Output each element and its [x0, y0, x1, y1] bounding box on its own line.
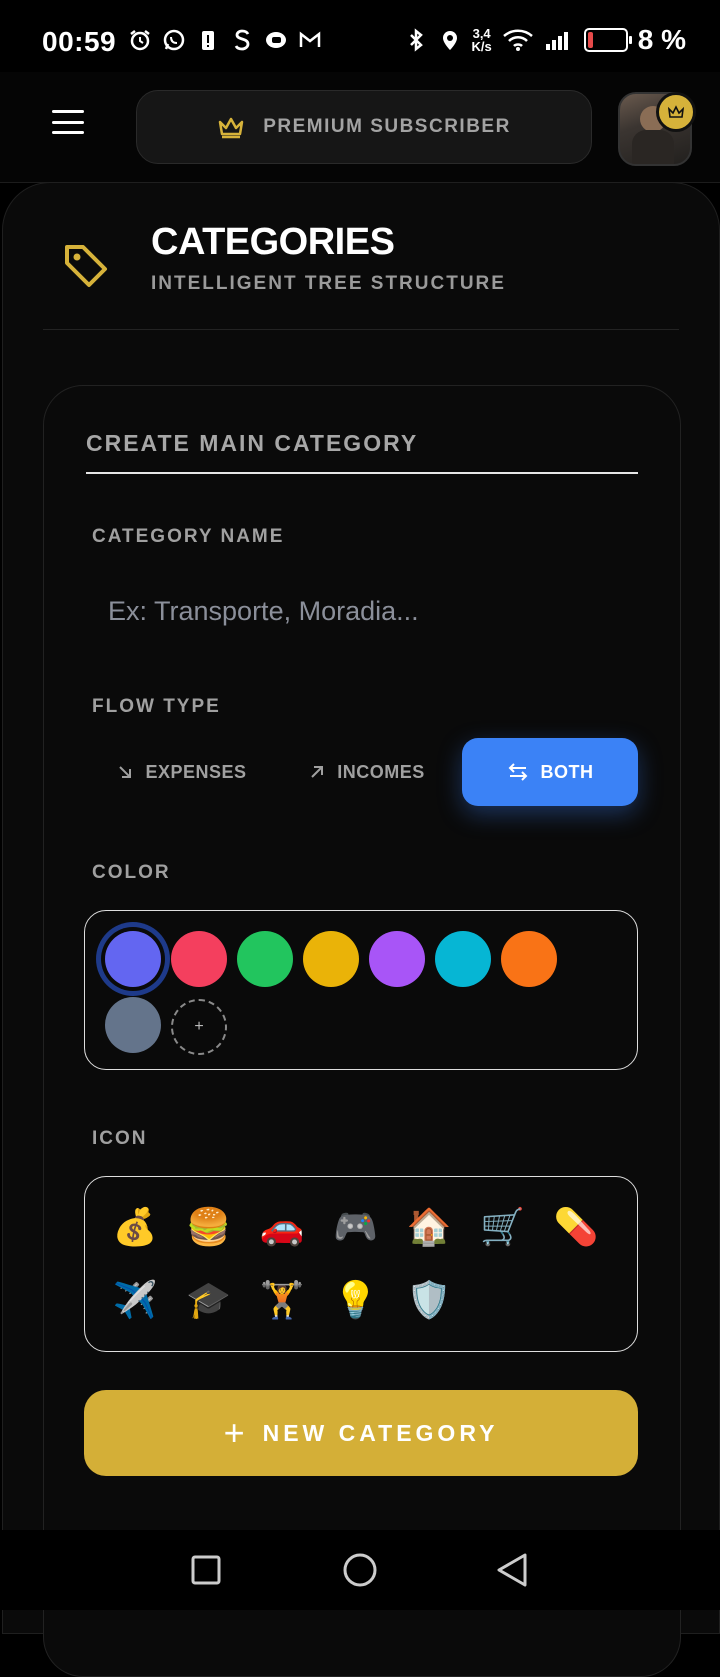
arrow-down-right-icon	[119, 766, 132, 778]
network-speed: 3,4 K/s	[472, 27, 492, 53]
category-icon-option[interactable]: 🍔	[183, 1201, 235, 1253]
avatar-crown-badge-icon	[656, 92, 696, 132]
system-navigation-bar	[0, 1530, 720, 1610]
flow-both-label: BOTH	[540, 761, 594, 782]
network-speed-unit: K/s	[471, 39, 492, 54]
hamburger-menu-icon[interactable]	[52, 110, 84, 134]
crown-icon	[218, 117, 244, 139]
color-picker: +	[84, 910, 638, 1070]
battery-percent: 8 %	[637, 24, 686, 55]
section-title: CREATE MAIN CATEGORY	[86, 430, 419, 456]
icon-picker: 💰 🍔 🚗 🎮 🏠 🛒 💊 ✈️ 🎓 🏋️ 💡 🛡️	[84, 1176, 638, 1352]
color-swatch[interactable]	[237, 931, 293, 987]
category-icon-option[interactable]: 🎮	[330, 1201, 382, 1253]
flow-expenses-button[interactable]: EXPENSES	[92, 738, 272, 806]
flow-expenses-label: EXPENSES	[145, 761, 247, 782]
color-swatch[interactable]	[105, 931, 161, 987]
divider	[43, 329, 679, 330]
page-title: CATEGORIES	[151, 221, 395, 263]
s-app-icon	[230, 28, 254, 52]
category-icon-option[interactable]: ✈️	[109, 1274, 161, 1326]
chat-app-icon	[264, 28, 288, 52]
color-swatch[interactable]	[171, 931, 227, 987]
category-icon-option[interactable]: 🎓	[183, 1274, 235, 1326]
color-swatch[interactable]	[435, 931, 491, 987]
back-icon[interactable]	[490, 1548, 534, 1592]
alarm-icon	[128, 28, 152, 52]
whatsapp-icon	[162, 28, 186, 52]
page-subtitle: INTELLIGENT TREE STRUCTURE	[151, 273, 506, 294]
category-icon-option[interactable]: 🛡️	[403, 1274, 455, 1326]
battery-alert-icon	[196, 28, 220, 52]
section-underline	[86, 472, 638, 474]
flow-incomes-label: INCOMES	[337, 761, 425, 782]
battery-icon	[583, 28, 632, 52]
category-name-label: CATEGORY NAME	[92, 526, 285, 547]
color-swatch[interactable]	[105, 997, 161, 1053]
gmail-icon	[298, 28, 322, 52]
flow-type-label: FLOW TYPE	[92, 696, 221, 717]
category-icon-option[interactable]: 🚗	[256, 1201, 308, 1253]
home-icon[interactable]	[338, 1548, 382, 1592]
add-color-button[interactable]: +	[171, 999, 227, 1055]
system-icons: 3,4 K/s 8 %	[404, 24, 686, 56]
category-name-input[interactable]	[92, 576, 638, 646]
location-icon	[438, 28, 462, 52]
notification-icons	[128, 28, 322, 52]
create-category-form: CREATE MAIN CATEGORY CATEGORY NAME FLOW …	[43, 385, 681, 1677]
app-header: PREMIUM SUBSCRIBER	[0, 72, 720, 183]
swap-arrows-icon	[508, 763, 527, 781]
premium-label: PREMIUM SUBSCRIBER	[263, 116, 511, 137]
new-category-label: NEW CATEGORY	[262, 1419, 499, 1446]
arrow-up-right-icon	[311, 766, 324, 778]
recent-apps-icon[interactable]	[184, 1548, 228, 1592]
flow-incomes-button[interactable]: INCOMES	[272, 738, 462, 806]
signal-icon	[544, 28, 574, 52]
wifi-icon	[502, 28, 534, 52]
category-icon-option[interactable]: 💡	[330, 1274, 382, 1326]
icon-label: ICON	[92, 1128, 148, 1149]
plus-icon: +	[223, 1412, 245, 1453]
flow-both-button[interactable]: BOTH	[462, 738, 638, 806]
color-swatch[interactable]	[303, 931, 359, 987]
bluetooth-icon	[404, 28, 428, 52]
color-swatch[interactable]	[501, 931, 557, 987]
category-icon-option[interactable]: 💊	[550, 1201, 602, 1253]
color-label: COLOR	[92, 862, 171, 883]
category-icon-option[interactable]: 🏋️	[256, 1274, 308, 1326]
category-icon-option[interactable]: 🛒	[477, 1201, 529, 1253]
premium-subscriber-badge[interactable]: PREMIUM SUBSCRIBER	[136, 90, 592, 164]
category-icon-option[interactable]: 💰	[109, 1201, 161, 1253]
status-time: 00:59	[42, 26, 117, 57]
new-category-button[interactable]: + NEW CATEGORY	[84, 1390, 638, 1476]
color-swatch[interactable]	[369, 931, 425, 987]
add-color-symbol: +	[194, 1018, 204, 1035]
categories-panel: CATEGORIES INTELLIGENT TREE STRUCTURE CR…	[2, 182, 720, 1677]
tag-icon	[65, 245, 107, 287]
flow-type-selector: EXPENSES INCOMES BOTH	[92, 738, 638, 806]
category-icon-option[interactable]: 🏠	[403, 1201, 455, 1253]
